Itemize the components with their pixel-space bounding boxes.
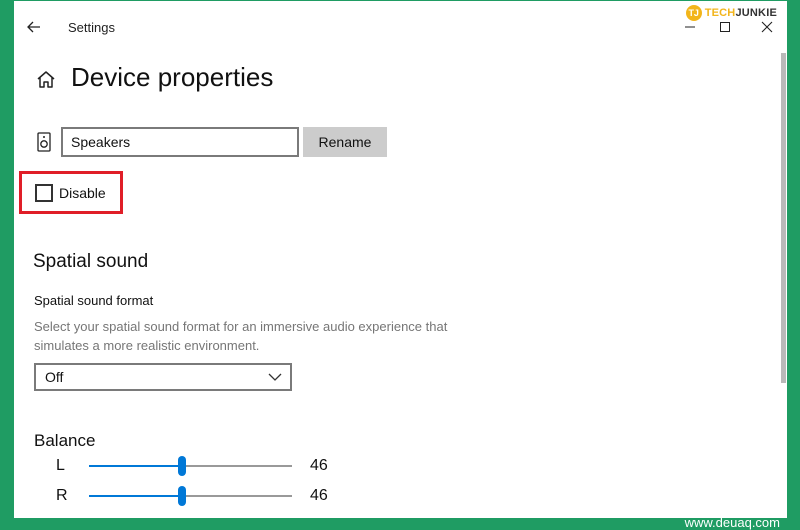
balance-right-label: R [56, 487, 68, 504]
disable-label[interactable]: Disable [59, 185, 106, 201]
page-title: Device properties [71, 62, 274, 92]
home-icon[interactable] [34, 68, 58, 92]
chevron-down-icon [268, 373, 282, 381]
back-arrow-icon [27, 21, 40, 33]
balance-right-value: 46 [310, 487, 328, 504]
minimize-icon [685, 26, 695, 28]
spatial-format-dropdown[interactable]: Off [34, 363, 292, 391]
rename-button[interactable]: Rename [303, 127, 387, 157]
spatial-sound-heading: Spatial sound [33, 251, 149, 272]
disable-checkbox[interactable] [35, 184, 53, 202]
slider-thumb[interactable] [178, 456, 186, 476]
device-name-input[interactable] [61, 127, 299, 157]
balance-left-label: L [56, 457, 65, 474]
maximize-button[interactable] [710, 13, 740, 41]
balance-right-slider[interactable] [89, 486, 292, 506]
close-icon [761, 21, 773, 33]
title-bar: Settings TJ TECHJUNKIE [14, 1, 787, 53]
spatial-format-description: Select your spatial sound format for an … [34, 319, 448, 353]
slider-thumb[interactable] [178, 486, 186, 506]
slider-fill [89, 495, 182, 497]
slider-fill [89, 465, 182, 467]
back-button[interactable] [20, 13, 48, 41]
site-watermark: www.deuaq.com [684, 515, 780, 530]
spatial-format-label: Spatial sound format [34, 293, 154, 308]
spatial-format-value: Off [45, 369, 64, 385]
speaker-icon [37, 132, 51, 152]
balance-left-slider[interactable] [89, 456, 292, 476]
maximize-icon [720, 22, 730, 32]
settings-window: Settings TJ TECHJUNKIE Device properties… [0, 0, 800, 530]
balance-left-value: 46 [310, 457, 328, 474]
minimize-button[interactable] [675, 13, 705, 41]
close-button[interactable] [752, 13, 782, 41]
balance-heading: Balance [34, 431, 96, 450]
window-title: Settings [68, 20, 115, 35]
scrollbar[interactable] [781, 53, 786, 383]
